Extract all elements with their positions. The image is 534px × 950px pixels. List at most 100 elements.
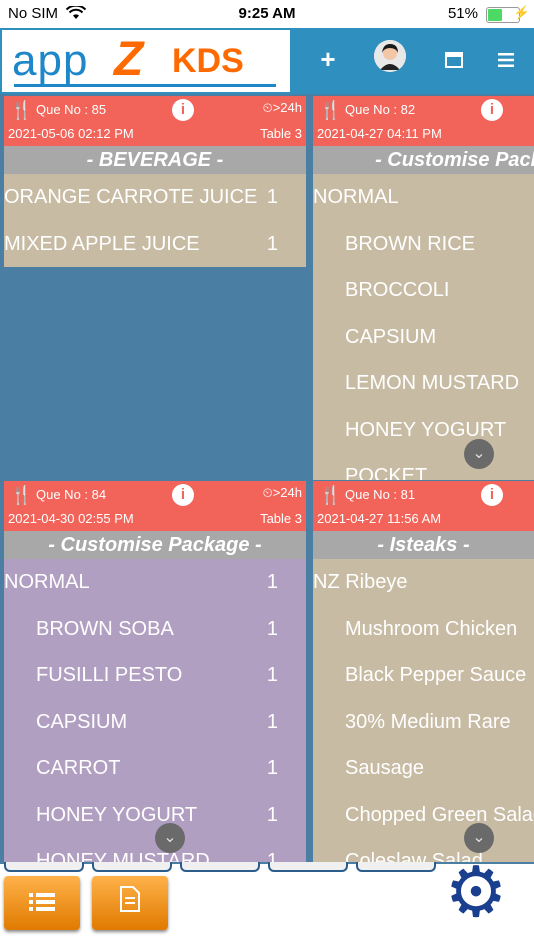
order-items: NZ Ribeye Mushroom Chicken Black Pepper … xyxy=(313,559,534,862)
list-item[interactable]: CAPSIUM 1 xyxy=(4,699,306,746)
order-card[interactable]: 🍴 Que No : 85 i ⏲>24h 2021-05-06 02:12 P… xyxy=(4,96,306,480)
fork-knife-icon: 🍴 xyxy=(319,485,342,505)
list-item[interactable]: Sausage xyxy=(313,745,534,792)
list-item[interactable]: CARROT 1 xyxy=(4,745,306,792)
item-name: Chopped Green Salad xyxy=(345,803,534,826)
battery-percent: 51% xyxy=(447,5,478,22)
item-name: CAPSIUM xyxy=(345,325,437,348)
item-name: CAPSIUM xyxy=(36,710,128,733)
list-button[interactable] xyxy=(4,876,80,930)
queue-number: Que No : 85 xyxy=(36,102,107,117)
order-items: ORANGE CARROTE JUICE 1 MIXED APPLE JUICE 1 xyxy=(4,174,306,267)
info-icon[interactable]: i xyxy=(481,484,503,506)
item-name: POCKET xyxy=(345,465,428,480)
list-item[interactable]: FUSILLI PESTO 1 xyxy=(4,652,306,699)
item-qty: 1 xyxy=(266,710,278,733)
timer-label: ⏲>24h xyxy=(262,100,302,115)
order-items: NORMAL BROWN RICE BROCCOLI CAPSIUM LEMON… xyxy=(313,174,534,480)
list-item[interactable]: POCKET xyxy=(313,453,534,480)
item-qty: 1 xyxy=(266,571,278,593)
item-name: NORMAL xyxy=(4,571,90,593)
list-item[interactable]: Mushroom Chicken xyxy=(313,606,534,653)
item-name: MIXED APPLE JUICE xyxy=(4,232,200,255)
list-item[interactable]: BROCCOLI xyxy=(313,267,534,314)
order-items: NORMAL 1 BROWN SOBA 1 FUSILLI PESTO 1 CAPSI… xyxy=(4,559,306,862)
item-name: Sausage xyxy=(345,757,424,779)
list-item[interactable]: NZ Ribeye xyxy=(313,559,534,606)
list-item[interactable]: HONEY YOGURT 1 xyxy=(4,792,306,839)
window-button[interactable] xyxy=(434,38,474,80)
item-name: BROWN SOBA xyxy=(36,617,174,640)
order-card[interactable]: 🍴 Que No : 82 i 2021-04-27 04:11 PM - Cu… xyxy=(313,96,534,480)
tab-stub[interactable] xyxy=(4,862,84,872)
list-item[interactable]: MIXED APPLE JUICE 1 xyxy=(4,221,306,268)
list-item[interactable]: HONEY YOGURT xyxy=(313,407,534,454)
order-date: 2021-04-27 04:11 PM xyxy=(317,126,442,141)
item-name: ORANGE CARROTE JUICE xyxy=(4,186,258,208)
document-icon xyxy=(119,886,141,918)
plus-icon: + xyxy=(320,44,336,74)
item-name: Mushroom Chicken xyxy=(345,617,518,640)
list-item[interactable]: NORMAL 1 xyxy=(4,559,306,606)
tab-stub[interactable] xyxy=(356,862,436,872)
item-name: FUSILLI PESTO xyxy=(36,664,183,686)
info-icon[interactable]: i xyxy=(172,99,194,121)
item-name: BROWN RICE xyxy=(345,232,475,255)
item-qty: 1 xyxy=(266,664,278,686)
item-qty: 1 xyxy=(266,186,278,208)
list-icon xyxy=(29,888,55,918)
order-header: 🍴 Que No : 81 i 2021-04-27 11:56 AM xyxy=(313,481,534,531)
queue-number: Que No : 82 xyxy=(345,102,416,117)
document-button[interactable] xyxy=(92,876,168,930)
item-name: CARROT xyxy=(36,757,121,779)
list-item[interactable]: Chopped Green Salad xyxy=(313,792,534,839)
tab-stub[interactable] xyxy=(180,862,260,872)
order-header: 🍴 Que No : 82 i 2021-04-27 04:11 PM xyxy=(313,96,534,146)
fork-knife-icon: 🍴 xyxy=(319,100,342,120)
list-item[interactable]: ORANGE CARROTE JUICE 1 xyxy=(4,174,306,221)
chevron-down-icon[interactable]: ⌄ xyxy=(155,823,185,853)
status-bar: No SIM 9:25 AM 51% ⚡ xyxy=(0,0,534,28)
chevron-down-icon[interactable]: ⌄ xyxy=(464,823,494,853)
category-bar: - Customise Package - xyxy=(4,531,306,559)
order-card[interactable]: 🍴 Que No : 84 i ⏲>24h 2021-04-30 02:55 P… xyxy=(4,481,306,862)
list-item[interactable]: Black Pepper Sauce xyxy=(313,652,534,699)
avatar[interactable] xyxy=(374,40,406,72)
info-icon[interactable]: i xyxy=(481,99,503,121)
category-bar: - BEVERAGE - xyxy=(4,146,306,174)
list-item[interactable]: LEMON MUSTARD xyxy=(313,360,534,407)
item-qty: 1 xyxy=(266,757,278,779)
logo-kds-text: KDS xyxy=(172,42,244,80)
info-icon[interactable]: i xyxy=(172,484,194,506)
hamburger-icon xyxy=(498,44,514,74)
fork-knife-icon: 🍴 xyxy=(10,485,33,505)
settings-button[interactable]: ⚙ xyxy=(444,857,508,927)
add-button[interactable]: + xyxy=(308,38,348,80)
item-name: Black Pepper Sauce xyxy=(345,664,527,686)
app-logo: app Z KDS xyxy=(2,30,290,92)
tab-stub[interactable] xyxy=(268,862,348,872)
chevron-down-icon[interactable]: ⌄ xyxy=(464,439,494,469)
item-name: NORMAL xyxy=(313,186,399,208)
order-date: 2021-04-30 02:55 PM xyxy=(8,511,134,526)
list-item[interactable]: BROWN SOBA 1 xyxy=(4,606,306,653)
item-name: NZ Ribeye xyxy=(313,571,408,593)
list-item[interactable]: BROWN RICE xyxy=(313,221,534,268)
list-item[interactable]: NORMAL xyxy=(313,174,534,221)
logo-z-text: Z xyxy=(114,33,144,86)
order-card[interactable]: 🍴 Que No : 81 i 2021-04-27 11:56 AM - Is… xyxy=(313,481,534,862)
item-name: 30% Medium Rare xyxy=(345,710,511,733)
logo-app-text: app xyxy=(12,36,89,85)
item-name: BROCCOLI xyxy=(345,279,450,301)
list-item[interactable]: CAPSIUM xyxy=(313,314,534,361)
item-qty: 1 xyxy=(266,232,278,255)
logo-swoosh xyxy=(14,84,276,87)
item-qty: 1 xyxy=(266,617,278,640)
menu-button[interactable] xyxy=(486,38,526,80)
window-icon xyxy=(445,44,463,74)
order-header: 🍴 Que No : 85 i ⏲>24h 2021-05-06 02:12 P… xyxy=(4,96,306,146)
category-bar: - Customise Packa xyxy=(313,146,534,174)
list-item[interactable]: 30% Medium Rare xyxy=(313,699,534,746)
tab-stub[interactable] xyxy=(92,862,172,872)
fork-knife-icon: 🍴 xyxy=(10,100,33,120)
